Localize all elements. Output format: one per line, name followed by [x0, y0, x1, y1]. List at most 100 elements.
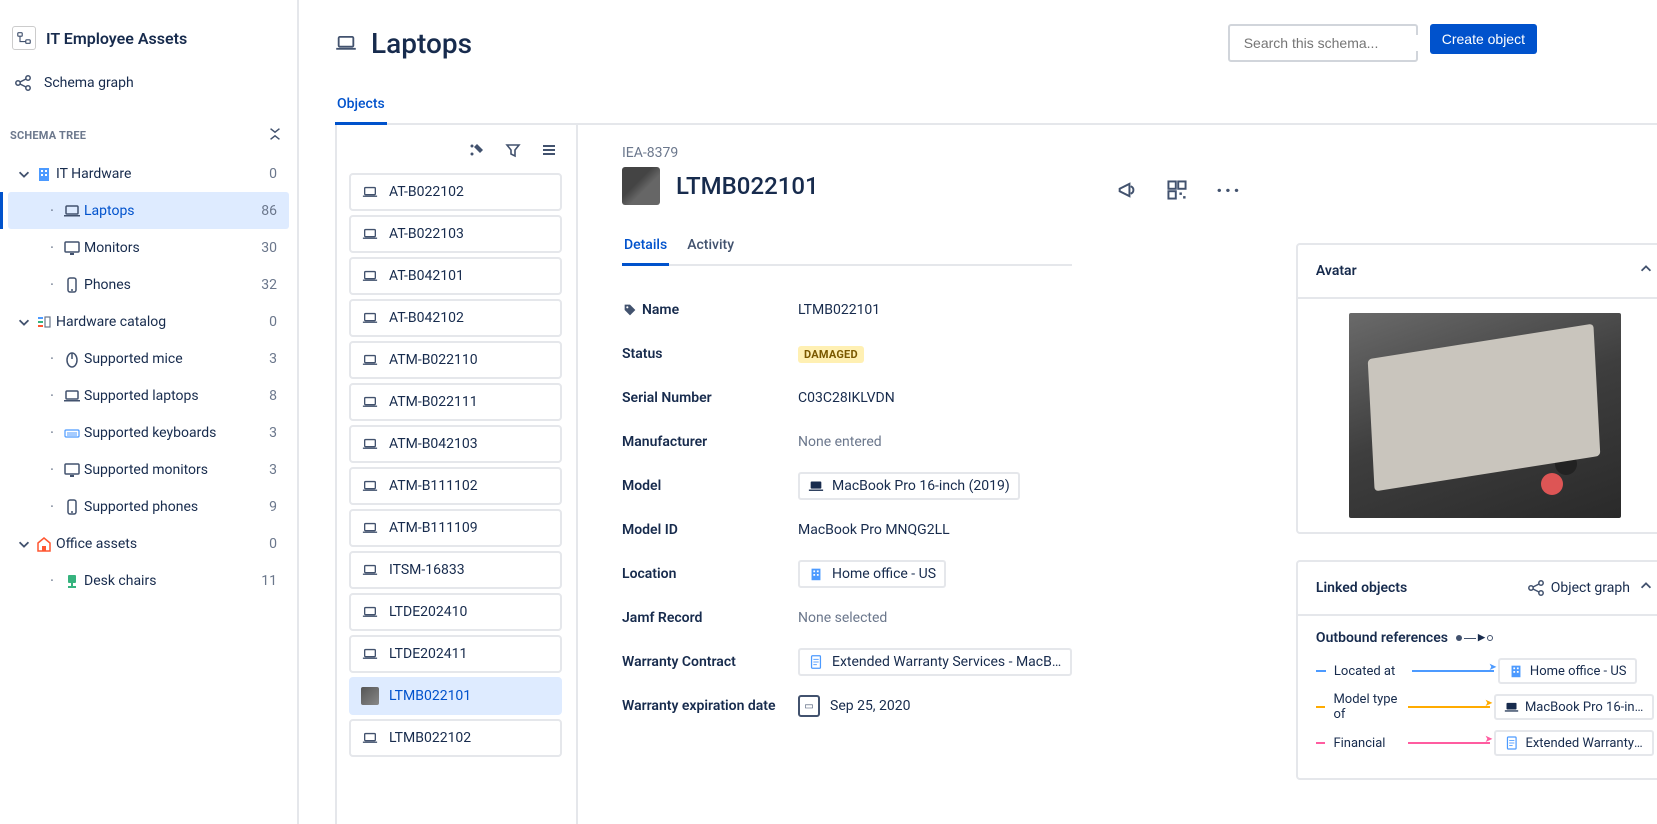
fields: Name LTMB022101 Status DAMAGED Serial Nu… [622, 288, 1072, 728]
right-column: Avatar Linked objects [1296, 145, 1657, 780]
ref-color-tick [1316, 670, 1326, 672]
feedback-icon[interactable] [1116, 179, 1138, 205]
bullet-icon: • [44, 428, 60, 437]
object-list-item[interactable]: ATM-B022111 [349, 383, 562, 421]
location-chip[interactable]: Home office - US [798, 560, 946, 588]
reference-lines: Located atHome office - USModel type ofM… [1316, 658, 1654, 756]
object-list-item[interactable]: AT-B022102 [349, 173, 562, 211]
tree-item-laptops[interactable]: •Laptops86 [8, 192, 289, 229]
create-object-button[interactable]: Create object [1430, 24, 1537, 54]
object-list[interactable]: AT-B022102 AT-B022103 AT-B042101 AT-B042102… [349, 173, 564, 824]
object-graph-link[interactable]: Object graph [1527, 579, 1630, 597]
schema-graph-label: Schema graph [44, 75, 134, 91]
search-input[interactable] [1244, 35, 1425, 51]
model-chip[interactable]: MacBook Pro 16-inch (2019) [798, 472, 1020, 500]
schema-graph-link[interactable]: Schema graph [8, 64, 289, 102]
ref-target-chip[interactable]: Extended Warranty ... [1494, 730, 1654, 756]
object-list-item[interactable]: LTDE202410 [349, 593, 562, 631]
object-item-label: ITSM-16833 [389, 562, 465, 578]
ref-name: Located at [1334, 664, 1408, 679]
laptop-icon [361, 519, 379, 537]
collapse-linked-icon[interactable] [1638, 578, 1654, 598]
tree-item-count: 30 [261, 240, 277, 256]
ref-color-tick [1316, 742, 1326, 744]
chevron-down-icon [16, 536, 32, 552]
reference-line: Located at Home office - US [1316, 658, 1654, 684]
bullet-icon: • [44, 243, 60, 252]
tree-item-desk-chairs[interactable]: •Desk chairs11 [8, 562, 289, 599]
schema-tree: IT Hardware0•Laptops86•Monitors30•Phones… [8, 153, 289, 601]
tree-item-office-assets[interactable]: Office assets0 [8, 525, 289, 562]
monitor-icon [60, 239, 84, 257]
collapse-avatar-icon[interactable] [1638, 261, 1654, 281]
laptop-dark-icon [808, 478, 824, 494]
object-item-label: LTDE202410 [389, 604, 467, 620]
laptop-icon [361, 309, 379, 327]
linked-card-title: Linked objects [1316, 580, 1407, 596]
laptop-icon [361, 435, 379, 453]
app-title: IT Employee Assets [46, 29, 187, 48]
edit-sequence-icon[interactable] [468, 141, 486, 163]
name-value: LTMB022101 [798, 302, 1072, 318]
laptop-icon [361, 393, 379, 411]
tab-activity[interactable]: Activity [685, 233, 736, 266]
sidebar: IT Employee Assets Schema graph SCHEMA T… [0, 0, 299, 824]
tree-item-supported-mice[interactable]: •Supported mice3 [8, 340, 289, 377]
object-list-item[interactable]: ATM-B111109 [349, 509, 562, 547]
object-list-item[interactable]: LTDE202411 [349, 635, 562, 673]
field-model: Model MacBook Pro 16-inch (2019) [622, 464, 1072, 508]
schema-search[interactable] [1228, 24, 1418, 62]
tab-details[interactable]: Details [622, 233, 669, 266]
object-list-item[interactable]: ATM-B042103 [349, 425, 562, 463]
object-thumbnail [622, 167, 660, 205]
tree-item-supported-keyboards[interactable]: •Supported keyboards3 [8, 414, 289, 451]
warranty-chip[interactable]: Extended Warranty Services - MacBoo... [798, 648, 1072, 676]
tab-objects[interactable]: Objects [335, 90, 387, 125]
tree-item-supported-monitors[interactable]: •Supported monitors3 [8, 451, 289, 488]
tree-item-phones[interactable]: •Phones32 [8, 266, 289, 303]
tree-item-label: Phones [84, 277, 261, 293]
reference-line: FinancialExtended Warranty ... [1316, 730, 1654, 756]
object-list-item[interactable]: AT-B022103 [349, 215, 562, 253]
avatar-image[interactable] [1349, 313, 1621, 518]
object-list-item[interactable]: ATM-B022110 [349, 341, 562, 379]
tree-item-label: Supported laptops [84, 388, 269, 404]
object-list-item[interactable]: AT-B042101 [349, 257, 562, 295]
laptop-icon [361, 477, 379, 495]
tree-item-label: Supported keyboards [84, 425, 269, 441]
tree-item-it-hardware[interactable]: IT Hardware0 [8, 155, 289, 192]
tree-item-supported-phones[interactable]: •Supported phones9 [8, 488, 289, 525]
tree-item-label: Supported phones [84, 499, 269, 515]
tree-item-count: 3 [269, 462, 277, 478]
tree-item-label: Monitors [84, 240, 261, 256]
ref-target-chip[interactable]: MacBook Pro 16-inc... [1494, 694, 1654, 720]
status-badge: DAMAGED [798, 346, 864, 363]
tree-item-label: IT Hardware [56, 166, 269, 182]
object-item-label: ATM-B022110 [389, 352, 478, 368]
tree-item-hardware-catalog[interactable]: Hardware catalog0 [8, 303, 289, 340]
laptop-icon [335, 32, 357, 54]
more-actions-icon[interactable]: ··· [1216, 179, 1242, 204]
tree-item-supported-laptops[interactable]: •Supported laptops8 [8, 377, 289, 414]
ref-arrow-icon [1412, 670, 1494, 672]
avatar-card: Avatar [1296, 243, 1657, 534]
page-title-wrap: Laptops [335, 27, 472, 60]
ref-target-chip[interactable]: Home office - US [1498, 658, 1637, 684]
ref-arrow-icon [1408, 742, 1490, 744]
object-list-item[interactable]: AT-B042102 [349, 299, 562, 337]
collapse-tree-icon[interactable] [267, 126, 283, 145]
tree-item-count: 0 [269, 314, 277, 330]
graph-icon [1527, 579, 1545, 597]
filter-icon[interactable] [504, 141, 522, 163]
qr-code-icon[interactable] [1166, 179, 1188, 205]
object-list-item[interactable]: LTMB022101 [349, 677, 562, 715]
object-list-item[interactable]: ITSM-16833 [349, 551, 562, 589]
laptop-icon [361, 729, 379, 747]
tree-item-count: 32 [261, 277, 277, 293]
object-list-item[interactable]: LTMB022102 [349, 719, 562, 757]
tree-item-monitors[interactable]: • Monitors30 [8, 229, 289, 266]
content-row: AT-B022102 AT-B022103 AT-B042101 AT-B042102… [335, 125, 1657, 824]
avatar-card-title: Avatar [1316, 263, 1357, 279]
list-view-icon[interactable] [540, 141, 558, 163]
object-list-item[interactable]: ATM-B111102 [349, 467, 562, 505]
